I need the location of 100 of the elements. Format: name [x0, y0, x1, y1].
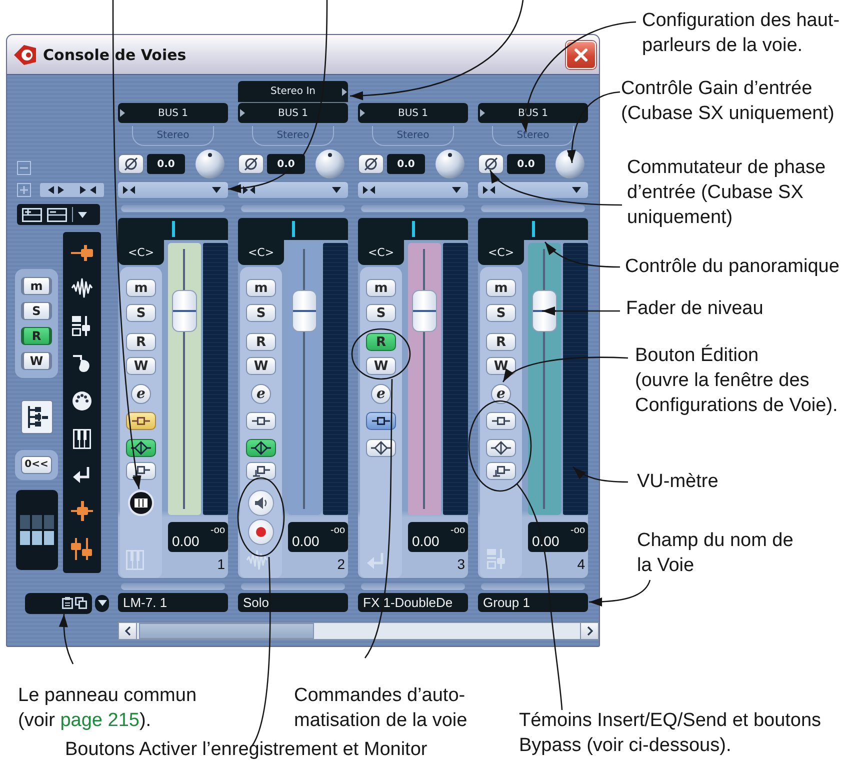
instrument-button[interactable] [128, 490, 154, 516]
add-panel-icon[interactable] [22, 208, 42, 222]
write-button[interactable]: W [246, 357, 276, 375]
output-selector[interactable]: BUS 1 [238, 103, 348, 123]
fader-handle[interactable] [172, 290, 197, 332]
mute-button[interactable]: m [366, 279, 396, 297]
fader-handle[interactable] [292, 290, 317, 332]
insert-button[interactable] [246, 412, 276, 430]
hierarchy-button[interactable] [20, 400, 52, 434]
scroll-thumb[interactable] [139, 623, 314, 639]
send-button[interactable] [246, 462, 276, 480]
volume-value: 0.00 [172, 533, 200, 549]
page-link[interactable]: page 215 [60, 710, 140, 731]
fader-handle[interactable] [532, 290, 557, 332]
solo-button[interactable]: S [366, 304, 396, 322]
solo-button[interactable]: S [126, 304, 156, 322]
routing-arrow-icon [240, 109, 244, 117]
pan-slider[interactable] [118, 218, 228, 240]
solo-button[interactable]: S [486, 304, 516, 322]
output-selector[interactable]: BUS 1 [118, 103, 228, 123]
phase-button[interactable] [238, 154, 264, 174]
pan-mode-dropdown[interactable] [478, 182, 588, 198]
fader-icon[interactable] [71, 501, 93, 522]
phase-button[interactable] [478, 154, 504, 174]
solo-button[interactable]: S [246, 304, 276, 322]
channel-name-field[interactable]: Group 1 [478, 593, 588, 612]
pan-slider[interactable] [478, 218, 588, 240]
piano-keys-icon[interactable] [73, 428, 91, 449]
mute-button[interactable]: m [486, 279, 516, 297]
eq-button[interactable] [366, 439, 396, 457]
read-button[interactable]: R [126, 333, 156, 351]
record-button[interactable] [248, 519, 274, 545]
gain-field[interactable]: 0.0 [147, 154, 185, 174]
edit-button[interactable]: e [491, 384, 511, 404]
effect-icon[interactable] [72, 354, 92, 374]
reset-button[interactable]: 0<< [21, 456, 52, 474]
faders-icon[interactable] [71, 538, 93, 560]
phase-button[interactable] [358, 154, 384, 174]
send-button[interactable] [486, 462, 516, 480]
global-toggle-button[interactable]: W [21, 352, 52, 370]
mute-button[interactable]: m [126, 279, 156, 297]
preset-field[interactable] [25, 592, 92, 614]
read-button[interactable]: R [366, 333, 396, 351]
mute-button[interactable]: m [246, 279, 276, 297]
insert-button[interactable] [126, 412, 156, 430]
close-button[interactable] [566, 40, 596, 68]
global-toggle-button[interactable]: m [21, 277, 52, 295]
output-selector[interactable]: BUS 1 [478, 103, 588, 123]
waveform-icon[interactable] [71, 278, 93, 298]
global-toggle-button[interactable]: R [21, 327, 52, 345]
callout-text: Commandes d’auto- matisation de la voie [294, 684, 468, 733]
read-button[interactable]: R [486, 333, 516, 351]
edit-button[interactable]: e [251, 384, 271, 404]
pan-mode-dropdown[interactable] [118, 182, 228, 198]
faders-icon[interactable] [71, 315, 93, 338]
channel-name-field[interactable]: Solo [238, 593, 348, 612]
dropdown-button[interactable] [95, 594, 109, 612]
write-button[interactable]: W [486, 357, 516, 375]
output-selector[interactable]: BUS 1 [358, 103, 468, 123]
collapse-arrows-icon[interactable] [80, 186, 96, 194]
gain-field[interactable]: 0.0 [507, 154, 545, 174]
return-arrow-icon[interactable] [72, 466, 92, 484]
monitor-button[interactable] [248, 490, 274, 516]
midi-connector-icon[interactable] [72, 391, 92, 412]
fader-handle[interactable] [412, 290, 437, 332]
write-button[interactable]: W [126, 357, 156, 375]
eq-button[interactable] [486, 439, 516, 457]
eq-icon [491, 441, 511, 455]
insert-button[interactable] [486, 412, 516, 430]
input-selector[interactable]: Stereo In [238, 81, 348, 103]
eq-button[interactable] [246, 439, 276, 457]
channel-name-field[interactable]: LM-7. 1 [118, 593, 228, 612]
pan-slider[interactable] [238, 218, 348, 240]
write-button[interactable]: W [366, 357, 396, 375]
pan-slider[interactable] [358, 218, 468, 240]
gain-knob[interactable] [555, 149, 585, 179]
gain-field[interactable]: 0.0 [267, 154, 305, 174]
edit-button[interactable]: e [371, 384, 391, 404]
send-icon [492, 465, 510, 477]
caret-icon [98, 600, 106, 606]
scroll-left-button[interactable] [119, 623, 137, 639]
channel-number: 1 [217, 556, 225, 572]
insert-button[interactable] [366, 412, 396, 430]
pan-mode-dropdown[interactable] [358, 182, 468, 198]
global-toggle-button[interactable]: S [21, 302, 52, 320]
edit-button[interactable]: e [131, 384, 151, 404]
caret-icon[interactable] [78, 212, 87, 218]
channel-name-field[interactable]: FX 1-DoubleDe [358, 593, 468, 612]
phase-button[interactable] [118, 154, 144, 174]
callout-text: VU-mètre [637, 470, 718, 494]
scroll-right-button[interactable] [580, 623, 598, 639]
expand-arrows-icon[interactable] [48, 186, 64, 194]
eq-button[interactable] [126, 439, 156, 457]
fader-icon[interactable] [71, 244, 93, 261]
read-button[interactable]: R [246, 333, 276, 351]
send-button[interactable] [126, 462, 156, 480]
gain-field[interactable]: 0.0 [387, 154, 425, 174]
remove-panel-icon[interactable] [47, 208, 67, 222]
pan-mode-dropdown[interactable] [238, 182, 348, 198]
layout-button[interactable] [16, 490, 58, 570]
